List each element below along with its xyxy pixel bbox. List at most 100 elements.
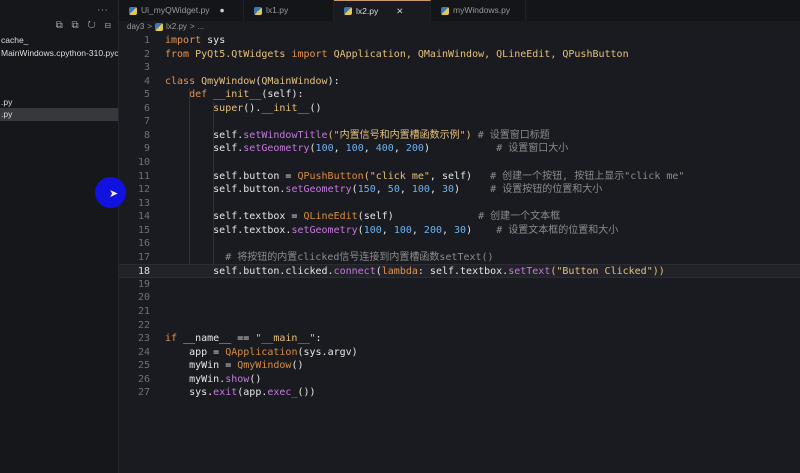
line-number: 22 [137, 319, 150, 331]
breadcrumb-item[interactable]: ... [198, 22, 205, 31]
code-token: self.textbox. [165, 224, 292, 236]
line-number: 19 [137, 278, 150, 290]
breadcrumb-separator: > [147, 22, 153, 31]
python-file-icon [441, 6, 449, 15]
code-token: "__main__" [255, 333, 316, 345]
code-line[interactable]: 17 # 将按钮的内置clicked信号连接到内置槽函数setText() [119, 251, 800, 265]
code-line[interactable]: 12 self.button.setGeometry(150, 50, 100,… [119, 183, 800, 197]
line-source: myWin = QmyWindow() [165, 359, 303, 373]
code-line[interactable]: 11 self.button = QPushButton("click me",… [119, 170, 800, 184]
code-token: from [165, 48, 196, 60]
line-number: 21 [137, 306, 150, 317]
line-source: self.button.setGeometry(150, 50, 100, 30… [165, 183, 602, 197]
code-token: (sys.argv) [297, 346, 358, 358]
code-line[interactable]: 23 if __name__ == "__main__": [119, 332, 800, 346]
close-tab-icon[interactable]: ✕ [396, 1, 403, 22]
code-token: # 设置窗口标题 [477, 129, 550, 141]
sidebar-file-item[interactable]: cache_ [0, 34, 118, 47]
indent-guide [213, 101, 214, 265]
code-token: ) [454, 184, 491, 196]
code-token: , [411, 224, 424, 236]
sidebar-file-item[interactable] [0, 73, 118, 86]
code-token: sys [207, 35, 226, 46]
code-line[interactable]: 6 super().__init__() [119, 102, 800, 116]
code-line[interactable]: 15 self.textbox.setGeometry(100, 100, 20… [119, 224, 800, 238]
code-line[interactable]: 18 self.button.clicked.connect(lambda: s… [119, 264, 800, 278]
tab-label: lx2.py [356, 5, 379, 16]
breadcrumb-item[interactable]: lx2.py [166, 22, 187, 31]
line-source: import sys [165, 34, 225, 48]
line-source: self.button = QPushButton("click me", se… [165, 170, 684, 184]
breadcrumb-item[interactable]: day3 [127, 22, 144, 31]
line-number: 3 [143, 62, 150, 74]
line-number: 10 [137, 156, 150, 168]
code-line[interactable]: 8 self.setWindowTitle("内置信号和内置槽函数示例") # … [119, 129, 800, 143]
code-line[interactable]: 16 [119, 237, 800, 251]
code-line[interactable]: 10 [119, 156, 800, 170]
code-line[interactable]: 27 sys.exit(app.exec_()) [119, 386, 800, 400]
code-line[interactable]: 1 import sys [119, 34, 800, 48]
code-line[interactable]: 22 [119, 319, 800, 333]
sidebar-file-item[interactable]: MainWindows.cpython-310.pyc [0, 47, 118, 60]
code-line[interactable]: 7 [119, 115, 800, 129]
code-line[interactable]: 14 self.textbox = QLineEdit(self) # 创建一个… [119, 210, 800, 224]
line-number: 4 [143, 75, 150, 87]
code-line[interactable]: 13 [119, 197, 800, 211]
line-source: # 将按钮的内置clicked信号连接到内置槽函数setText() [165, 251, 493, 265]
code-token: # 设置按钮的位置和大小 [490, 184, 603, 196]
code-token: , [429, 184, 442, 196]
line-number: 6 [143, 102, 150, 114]
line-number: 1 [143, 35, 150, 46]
code-token: QLineEdit [303, 211, 358, 223]
code-token: exec_ [267, 387, 298, 399]
code-line[interactable]: 9 self.setGeometry(100, 100, 400, 200) #… [119, 142, 800, 156]
python-file-icon [344, 7, 352, 15]
line-number: 15 [137, 224, 150, 236]
code-token: , self) [429, 170, 491, 182]
tab-ui_myqwidget-py[interactable]: Ui_myQWidget.py ● [119, 0, 244, 21]
code-token: 100 [393, 224, 412, 236]
code-line[interactable]: 2 from PyQt5.QtWidgets import QApplicatio… [119, 48, 800, 62]
code-token: 50 [387, 184, 400, 196]
code-token: : self.textbox. [417, 266, 509, 278]
code-token: , [399, 184, 412, 196]
code-token: import [291, 48, 334, 60]
tab-mywindows-py[interactable]: myWindows.py [431, 0, 526, 21]
code-token: # 设置窗口大小 [496, 143, 569, 155]
code-token: setText [508, 266, 551, 278]
code-token: setGeometry [291, 224, 358, 236]
tab-lx1-py[interactable]: lx1.py [244, 0, 334, 21]
explorer-sidebar: ··· ⧉ ⧉ ↻ ⊟ cache_ MainWindows.cpython-31… [0, 0, 119, 473]
code-token: ("Button Clicked")) [550, 266, 665, 278]
code-line[interactable]: 24 app = QApplication(sys.argv) [119, 346, 800, 360]
line-number: 27 [137, 387, 150, 399]
line-number: 8 [143, 129, 150, 141]
code-token: () [309, 102, 322, 114]
code-line[interactable]: 20 [119, 291, 800, 305]
mouse-cursor-icon: ➤ [109, 188, 119, 200]
code-line[interactable]: 3 [119, 61, 800, 75]
tab-lx2-py[interactable]: lx2.py ✕ [334, 0, 431, 21]
code-token: (self) [357, 211, 479, 223]
code-line[interactable]: 25 myWin = QmyWindow() [119, 359, 800, 373]
tab-label: lx1.py [266, 5, 289, 15]
line-source: class QmyWindow(QMainWindow): [165, 75, 340, 89]
line-source: app = QApplication(sys.argv) [165, 346, 358, 360]
sidebar-file-item[interactable]: .py [0, 108, 118, 121]
more-actions-icon[interactable]: ··· [97, 4, 108, 16]
breadcrumb: day3 > lx2.py >... [127, 22, 204, 31]
code-line[interactable]: 26 myWin.show() [119, 373, 800, 387]
line-number: 26 [137, 373, 150, 385]
code-token: PyQt5.QtWidgets [195, 48, 292, 60]
code-line[interactable]: 5 def __init__(self): [119, 88, 800, 102]
code-line[interactable]: 4 class QmyWindow(QMainWindow): [119, 75, 800, 89]
line-source: from PyQt5.QtWidgets import QApplication… [165, 48, 629, 62]
line-number: 7 [143, 116, 150, 128]
line-source: self.button.clicked.connect(lambda: self… [165, 265, 665, 279]
code-token: 100 [315, 143, 334, 155]
code-token: 30 [454, 224, 467, 236]
code-line[interactable]: 21 [119, 305, 800, 319]
explorer-toolbar-icons[interactable]: ⧉ ⧉ ↻ ⊟ [56, 20, 114, 31]
code-line[interactable]: 19 [119, 278, 800, 292]
code-token: app = [165, 346, 226, 358]
